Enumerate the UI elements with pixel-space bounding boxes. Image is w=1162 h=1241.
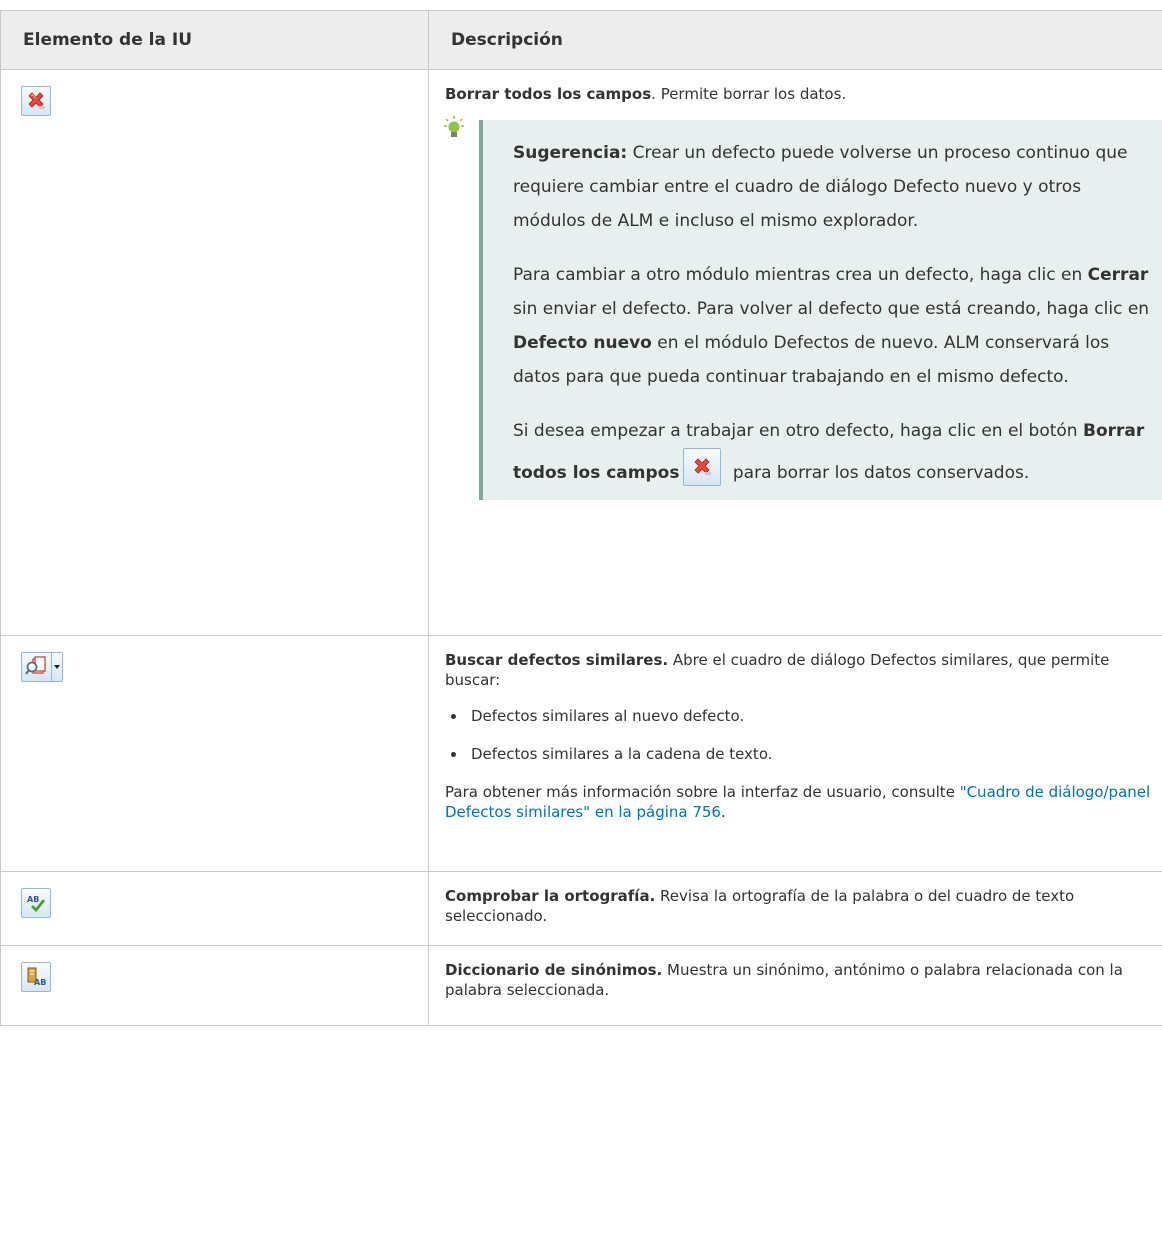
table-row: Borrar todos los campos. Permite borrar … (0, 69, 1162, 636)
description-cell: Comprobar la ortografía. Revisa la ortog… (428, 871, 1162, 946)
table-row: AB Diccionario de sinónimos. Muestra un … (0, 945, 1162, 1026)
tip-block: Sugerencia: Crear un defecto puede volve… (444, 116, 1162, 500)
find-similar-defects-icon[interactable] (21, 652, 51, 682)
lightbulb-icon (443, 116, 465, 147)
tip-box: Sugerencia: Crear un defecto puede volve… (479, 120, 1162, 500)
description-cell: Buscar defectos similares. Abre el cuadr… (428, 635, 1162, 872)
svg-text:AB: AB (34, 978, 46, 987)
chevron-down-icon[interactable] (51, 652, 63, 682)
check-spelling-icon[interactable]: AB (21, 888, 51, 918)
thesaurus-icon[interactable]: AB (21, 962, 51, 992)
description-cell: Diccionario de sinónimos. Muestra un sin… (428, 945, 1162, 1026)
ui-element-cell (0, 69, 429, 636)
table-row: Buscar defectos similares. Abre el cuadr… (0, 635, 1162, 872)
header-description: Descripción (428, 10, 1162, 70)
header-ui-element: Elemento de la IU (0, 10, 429, 70)
bullet-list: Defectos similares al nuevo defecto. Def… (445, 706, 1162, 764)
description-cell: Borrar todos los campos. Permite borrar … (428, 69, 1162, 636)
clear-all-fields-icon[interactable] (21, 86, 51, 116)
ui-elements-table: Elemento de la IU Descripción Borrar tod… (0, 10, 1162, 1026)
ui-element-cell: AB (0, 871, 429, 946)
row-text: . Permite borrar los datos. (651, 85, 847, 103)
tip-paragraph-2: Para cambiar a otro módulo mientras crea… (513, 265, 1150, 387)
svg-text:AB: AB (27, 895, 39, 904)
row-title: Borrar todos los campos (445, 85, 652, 103)
row-title: Comprobar la ortografía. (445, 887, 656, 905)
more-info-text: Para obtener más información sobre la in… (445, 783, 960, 801)
ui-element-cell (0, 635, 429, 872)
row-title: Diccionario de sinónimos. (445, 961, 663, 979)
tip-paragraph-3: Si desea empezar a trabajar en otro defe… (513, 414, 1152, 490)
ui-element-cell: AB (0, 945, 429, 1026)
table-row: AB Comprobar la ortografía. Revisa la or… (0, 871, 1162, 946)
list-item: Defectos similares a la cadena de texto. (467, 744, 1162, 764)
row-title: Buscar defectos similares. (445, 651, 669, 669)
clear-all-fields-icon (683, 448, 722, 486)
list-item: Defectos similares al nuevo defecto. (467, 706, 1162, 726)
table-header-row: Elemento de la IU Descripción (0, 10, 1162, 70)
tip-label: Sugerencia: (513, 143, 628, 163)
find-similar-defects-split-button[interactable] (21, 652, 63, 682)
